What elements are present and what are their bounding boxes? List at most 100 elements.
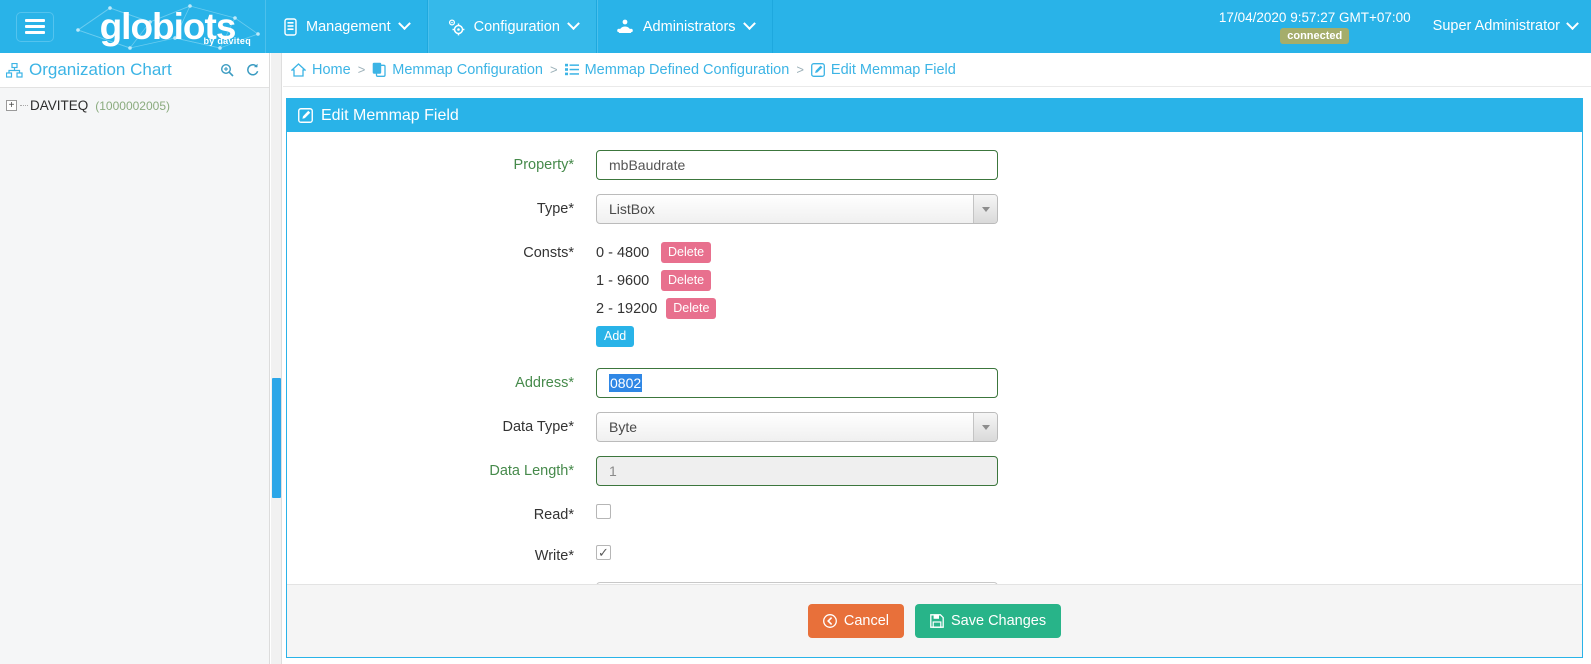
field-type: ListBox xyxy=(596,194,998,224)
read-checkbox[interactable] xyxy=(596,504,611,519)
nav-item-configuration[interactable]: Configuration xyxy=(427,0,597,53)
field-property: mbBaudrate xyxy=(596,150,998,180)
panel-title: Edit Memmap Field xyxy=(321,106,459,124)
panel-header: Edit Memmap Field xyxy=(287,99,1582,132)
tree-node-label: DAVITEQ xyxy=(30,98,89,113)
organization-tree: + DAVITEQ (1000002005) xyxy=(0,88,269,664)
breadcrumb-item-memmap-configuration[interactable]: Memmap Configuration xyxy=(372,62,543,78)
tree-node-daviteq[interactable]: + DAVITEQ (1000002005) xyxy=(6,98,269,113)
edit-icon xyxy=(298,108,313,123)
delete-const-button[interactable]: Delete xyxy=(661,242,712,263)
chevron-down-icon[interactable] xyxy=(973,413,997,441)
form-row-write: Write* ✓ xyxy=(287,541,1582,564)
data-type-select[interactable]: Byte xyxy=(596,412,998,442)
label-consts: Consts* xyxy=(523,245,574,261)
form-row-data-length: Data Length* 1 xyxy=(287,456,1582,486)
form-row-data-type: Data Type* Byte xyxy=(287,412,1582,442)
panel-footer: Cancel Save Changes xyxy=(287,584,1582,657)
chevron-down-icon xyxy=(742,17,756,31)
nav-item-administrators[interactable]: Administrators xyxy=(596,0,773,53)
tree-expand-icon[interactable]: + xyxy=(6,100,17,111)
refresh-icon[interactable] xyxy=(245,63,259,77)
data-length-input: 1 xyxy=(596,456,998,486)
user-menu[interactable]: Super Administrator xyxy=(1433,0,1579,34)
const-row: 1 - 9600 Delete xyxy=(596,270,716,291)
breadcrumb-label-memmap-configuration: Memmap Configuration xyxy=(392,61,543,78)
page-scrollbar-thumb[interactable] xyxy=(272,378,281,498)
device-icon xyxy=(284,17,297,36)
field-data-type: Byte xyxy=(596,412,998,442)
form-row-type: Type* ListBox xyxy=(287,194,1582,224)
panel-body: Property* mbBaudrate Type* ListBox Const… xyxy=(287,132,1582,612)
tree-connector xyxy=(20,105,28,106)
breadcrumb-label-home: Home xyxy=(312,61,351,78)
list-icon xyxy=(564,63,579,76)
tree-node-code: (1000002005) xyxy=(95,98,170,113)
label-write: Write* xyxy=(534,548,574,564)
hamburger-icon[interactable] xyxy=(16,11,54,42)
top-bar: globiots by daviteq Management Configura… xyxy=(0,0,1591,53)
form-row-read: Read* xyxy=(287,500,1582,523)
edit-memmap-field-panel: Edit Memmap Field Property* mbBaudrate T… xyxy=(286,98,1583,658)
breadcrumb-label-memmap-defined-configuration: Memmap Defined Configuration xyxy=(584,61,790,78)
save-changes-button-label: Save Changes xyxy=(951,613,1047,629)
cancel-button[interactable]: Cancel xyxy=(807,604,904,638)
nav-label-administrators: Administrators xyxy=(642,18,736,35)
top-bar-right: 17/04/2020 9:57:27 GMT+07:00 connected S… xyxy=(1219,0,1591,53)
add-const-row: Add xyxy=(596,326,716,347)
property-input[interactable]: mbBaudrate xyxy=(596,150,998,180)
breadcrumb-separator: > xyxy=(357,62,366,77)
back-arrow-icon xyxy=(822,614,837,628)
users-icon xyxy=(617,19,633,33)
const-text: 1 - 9600 xyxy=(596,272,650,289)
add-const-button[interactable]: Add xyxy=(596,326,635,347)
breadcrumb-item-edit-memmap-field: Edit Memmap Field xyxy=(810,62,956,78)
breadcrumb-separator: > xyxy=(550,62,558,77)
status-badge: connected xyxy=(1280,28,1350,44)
label-property: Property* xyxy=(513,157,574,173)
nav-item-management[interactable]: Management xyxy=(265,0,428,53)
type-select[interactable]: ListBox xyxy=(596,194,998,224)
breadcrumb-separator: > xyxy=(796,62,804,77)
const-text: 2 - 19200 xyxy=(596,300,658,317)
address-input[interactable]: 0802 xyxy=(596,368,998,398)
main-navigation: Management Configuration Administrators xyxy=(265,0,773,53)
field-read xyxy=(596,500,611,519)
breadcrumb: Home > Memmap Configuration > Memmap Def… xyxy=(283,53,1591,87)
cancel-button-label: Cancel xyxy=(843,613,889,629)
org-chart-icon xyxy=(6,62,23,78)
chevron-down-icon xyxy=(1566,16,1579,30)
save-changes-button[interactable]: Save Changes xyxy=(915,604,1062,638)
field-address: 0802 xyxy=(596,368,998,398)
form-row-address: Address* 0802 xyxy=(287,368,1582,398)
home-icon xyxy=(291,62,306,77)
sidebar: Organization Chart + DAVITEQ (1000002005… xyxy=(0,53,270,664)
chevron-down-icon xyxy=(567,17,580,31)
delete-const-button[interactable]: Delete xyxy=(661,270,712,291)
const-row: 0 - 4800 Delete xyxy=(596,242,716,263)
label-type: Type* xyxy=(536,201,574,217)
label-address: Address* xyxy=(515,375,574,391)
brand-tagline: by daviteq xyxy=(203,36,251,46)
write-checkbox[interactable]: ✓ xyxy=(596,545,611,560)
breadcrumb-item-home[interactable]: Home xyxy=(291,62,351,78)
search-icon[interactable] xyxy=(220,63,234,77)
floppy-disk-icon xyxy=(930,614,944,628)
brand-logo[interactable]: globiots by daviteq xyxy=(70,0,265,53)
const-text: 0 - 4800 xyxy=(596,244,650,261)
sidebar-title: Organization Chart xyxy=(29,60,172,79)
chevron-down-icon xyxy=(397,17,411,31)
nav-label-configuration: Configuration xyxy=(473,18,560,35)
menu-toggle-wrapper xyxy=(0,0,70,53)
breadcrumb-item-memmap-defined-configuration[interactable]: Memmap Defined Configuration xyxy=(564,61,790,78)
page-scrollbar-track[interactable] xyxy=(271,53,282,664)
copy-icon xyxy=(372,62,386,77)
type-select-value: ListBox xyxy=(609,201,655,217)
const-row: 2 - 19200 Delete xyxy=(596,298,717,319)
label-read: Read* xyxy=(533,507,574,523)
chevron-down-icon[interactable] xyxy=(973,195,997,223)
field-data-length: 1 xyxy=(596,456,998,486)
delete-const-button[interactable]: Delete xyxy=(666,298,717,319)
form-row-consts: Consts* 0 - 4800 Delete 1 - 9600 Delete … xyxy=(287,238,1582,354)
content-area: Home > Memmap Configuration > Memmap Def… xyxy=(283,53,1591,664)
